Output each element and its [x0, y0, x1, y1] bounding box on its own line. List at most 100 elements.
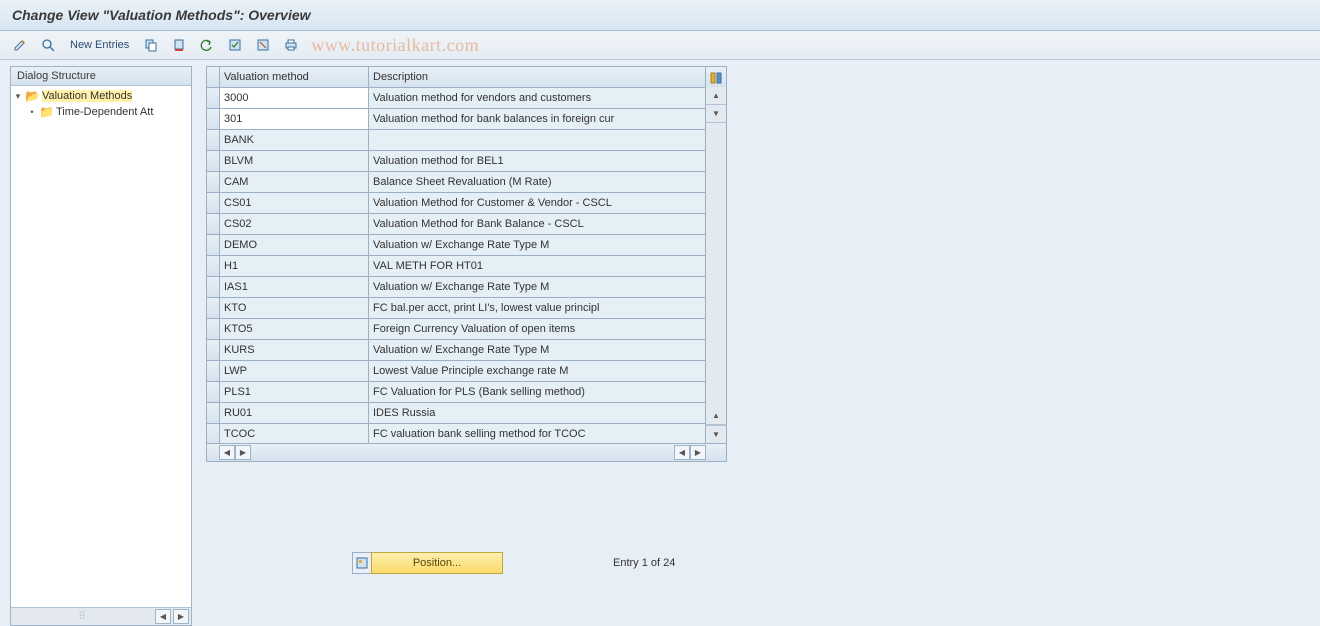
- valuation-method-cell[interactable]: DEMO: [220, 235, 369, 255]
- description-cell[interactable]: Valuation method for bank balances in fo…: [369, 109, 726, 129]
- valuation-method-cell[interactable]: CS01: [220, 193, 369, 213]
- row-selector[interactable]: [207, 382, 220, 402]
- row-selector[interactable]: [207, 298, 220, 318]
- select-all-button[interactable]: [223, 34, 247, 56]
- description-cell[interactable]: IDES Russia: [369, 403, 726, 423]
- column-header-valuation-method[interactable]: Valuation method: [220, 67, 369, 87]
- find-button[interactable]: [36, 34, 60, 56]
- copy-as-button[interactable]: [139, 34, 163, 56]
- description-cell[interactable]: [369, 130, 726, 150]
- table-row: RU01IDES Russia: [207, 403, 726, 424]
- table-row: LWPLowest Value Principle exchange rate …: [207, 361, 726, 382]
- tree-bullet-icon: •: [27, 107, 37, 117]
- tree-node-valuation-methods[interactable]: ▾ 📂 Valuation Methods: [13, 88, 191, 104]
- description-cell[interactable]: VAL METH FOR HT01: [369, 256, 726, 276]
- row-selector[interactable]: [207, 319, 220, 339]
- scroll-left-button[interactable]: ◀: [219, 445, 235, 460]
- valuation-method-cell[interactable]: H1: [220, 256, 369, 276]
- table-row: KTO5Foreign Currency Valuation of open i…: [207, 319, 726, 340]
- valuation-method-cell[interactable]: LWP: [220, 361, 369, 381]
- description-cell[interactable]: Valuation w/ Exchange Rate Type M: [369, 277, 726, 297]
- table-row: 301Valuation method for bank balances in…: [207, 109, 726, 130]
- table-settings-button[interactable]: [705, 66, 727, 89]
- valuation-method-cell[interactable]: 3000: [220, 88, 369, 108]
- table-vertical-scrollbar[interactable]: ▲ ▼ ▲ ▼: [705, 87, 727, 444]
- scroll-up-bottom-button[interactable]: ▲: [706, 407, 726, 425]
- valuation-method-cell[interactable]: KURS: [220, 340, 369, 360]
- row-selector[interactable]: [207, 235, 220, 255]
- splitter-handle-icon[interactable]: ⠿: [13, 610, 153, 623]
- tree-node-time-dependent[interactable]: • 📁 Time-Dependent Att: [13, 104, 191, 120]
- scroll-down-bottom-button[interactable]: ▼: [706, 425, 726, 443]
- description-cell[interactable]: Foreign Currency Valuation of open items: [369, 319, 726, 339]
- row-selector[interactable]: [207, 109, 220, 129]
- row-selector[interactable]: [207, 424, 220, 444]
- valuation-method-cell[interactable]: KTO5: [220, 319, 369, 339]
- row-selector[interactable]: [207, 214, 220, 234]
- title-bar: Change View "Valuation Methods": Overvie…: [0, 0, 1320, 31]
- valuation-method-cell[interactable]: 301: [220, 109, 369, 129]
- undo-button[interactable]: [195, 34, 219, 56]
- valuation-method-cell[interactable]: CS02: [220, 214, 369, 234]
- row-selector[interactable]: [207, 340, 220, 360]
- scroll-right-button[interactable]: ▶: [235, 445, 251, 460]
- table-row: KTOFC bal.per acct, print LI's, lowest v…: [207, 298, 726, 319]
- deselect-all-button[interactable]: [251, 34, 275, 56]
- delete-button[interactable]: [167, 34, 191, 56]
- description-cell[interactable]: Valuation w/ Exchange Rate Type M: [369, 340, 726, 360]
- scroll-right-end-button[interactable]: ▶: [690, 445, 706, 460]
- description-cell[interactable]: Valuation Method for Customer & Vendor -…: [369, 193, 726, 213]
- row-selector[interactable]: [207, 130, 220, 150]
- valuation-method-cell[interactable]: KTO: [220, 298, 369, 318]
- description-cell[interactable]: FC valuation bank selling method for TCO…: [369, 424, 726, 444]
- row-selector[interactable]: [207, 151, 220, 171]
- valuation-method-cell[interactable]: RU01: [220, 403, 369, 423]
- valuation-method-cell[interactable]: BLVM: [220, 151, 369, 171]
- valuation-method-cell[interactable]: IAS1: [220, 277, 369, 297]
- scroll-track[interactable]: [706, 123, 726, 407]
- scroll-left-button[interactable]: ◀: [155, 609, 171, 624]
- toggle-display-change-button[interactable]: [8, 34, 32, 56]
- row-selector[interactable]: [207, 403, 220, 423]
- table-horizontal-scrollbar[interactable]: ◀ ▶ ◀ ▶: [206, 443, 727, 462]
- new-entries-button[interactable]: New Entries: [64, 35, 135, 55]
- column-header-description[interactable]: Description: [369, 67, 726, 87]
- description-cell[interactable]: FC bal.per acct, print LI's, lowest valu…: [369, 298, 726, 318]
- main-area: Dialog Structure ▾ 📂 Valuation Methods •…: [0, 60, 1320, 626]
- row-selector[interactable]: [207, 193, 220, 213]
- description-cell[interactable]: Valuation w/ Exchange Rate Type M: [369, 235, 726, 255]
- row-selector[interactable]: [207, 277, 220, 297]
- scroll-down-button[interactable]: ▼: [706, 105, 726, 123]
- watermark-text: www.tutorialkart.com: [311, 35, 479, 56]
- new-entries-label: New Entries: [70, 39, 129, 51]
- description-cell[interactable]: Lowest Value Principle exchange rate M: [369, 361, 726, 381]
- description-cell[interactable]: Balance Sheet Revaluation (M Rate): [369, 172, 726, 192]
- description-cell[interactable]: Valuation method for BEL1: [369, 151, 726, 171]
- position-icon: [352, 552, 371, 574]
- tree-node-label: Valuation Methods: [42, 90, 132, 102]
- description-cell[interactable]: FC Valuation for PLS (Bank selling metho…: [369, 382, 726, 402]
- valuation-method-cell[interactable]: PLS1: [220, 382, 369, 402]
- select-all-cell[interactable]: [207, 67, 220, 87]
- tree-toggle-icon[interactable]: ▾: [13, 91, 23, 102]
- valuation-method-cell[interactable]: TCOC: [220, 424, 369, 444]
- description-cell[interactable]: Valuation method for vendors and custome…: [369, 88, 726, 108]
- page-title: Change View "Valuation Methods": Overvie…: [12, 7, 311, 23]
- scroll-up-button[interactable]: ▲: [706, 87, 726, 105]
- position-button[interactable]: Position...: [352, 552, 503, 574]
- table-row: CAMBalance Sheet Revaluation (M Rate): [207, 172, 726, 193]
- dialog-structure-tree[interactable]: ▾ 📂 Valuation Methods • 📁 Time-Dependent…: [11, 86, 191, 607]
- table-row: KURSValuation w/ Exchange Rate Type M: [207, 340, 726, 361]
- scroll-right-button[interactable]: ▶: [173, 609, 189, 624]
- row-selector[interactable]: [207, 88, 220, 108]
- valuation-method-cell[interactable]: BANK: [220, 130, 369, 150]
- tree-horizontal-scrollbar[interactable]: ⠿ ◀ ▶: [11, 607, 191, 625]
- description-cell[interactable]: Valuation Method for Bank Balance - CSCL: [369, 214, 726, 234]
- print-button[interactable]: [279, 34, 303, 56]
- row-selector[interactable]: [207, 256, 220, 276]
- row-selector[interactable]: [207, 361, 220, 381]
- valuation-method-cell[interactable]: CAM: [220, 172, 369, 192]
- row-selector[interactable]: [207, 172, 220, 192]
- scroll-left-end-button[interactable]: ◀: [674, 445, 690, 460]
- folder-icon: 📁: [39, 105, 54, 119]
